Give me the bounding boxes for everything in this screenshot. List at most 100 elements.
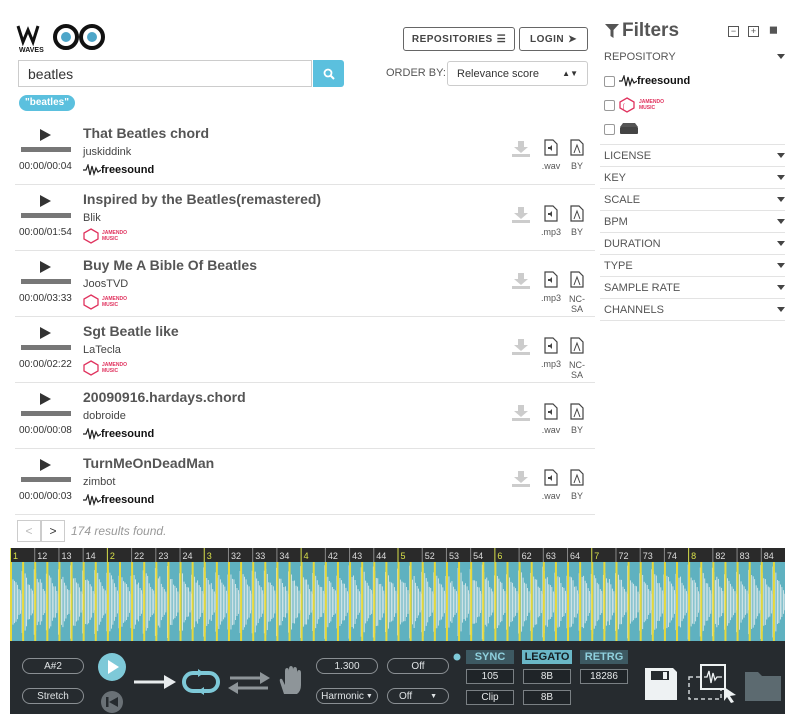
slice-marker[interactable] — [676, 562, 679, 641]
play-icon[interactable] — [40, 393, 51, 405]
slice-marker[interactable] — [264, 562, 267, 641]
slice-marker[interactable] — [22, 562, 25, 641]
format-badge[interactable]: .wav — [538, 403, 564, 435]
collapse-all-icon[interactable]: − — [728, 26, 739, 37]
slice-marker[interactable] — [579, 562, 582, 641]
checkbox[interactable] — [604, 123, 615, 135]
slice-marker[interactable] — [567, 562, 570, 641]
result-user[interactable]: JoosTVD — [83, 278, 128, 290]
slice-marker[interactable] — [373, 562, 376, 641]
rate-field[interactable]: 1.300 — [316, 658, 378, 674]
off-toggle-1[interactable]: Off — [387, 658, 449, 674]
download-icon[interactable] — [512, 339, 530, 355]
beat-ruler[interactable]: 1 12 13 14 2 22 23 24 3 32 33 34 4 42 43 44 5 52 53 54 6 62 63… — [10, 548, 785, 562]
progress-bar[interactable] — [21, 477, 71, 482]
format-badge[interactable]: .mp3 — [538, 271, 564, 303]
expand-all-icon[interactable]: + — [748, 26, 759, 37]
loop-icon[interactable] — [179, 669, 223, 695]
download-icon[interactable] — [512, 405, 530, 421]
off-selector-2[interactable]: Off ▼ — [387, 688, 449, 704]
slice-marker[interactable] — [106, 562, 109, 641]
slice-marker[interactable] — [651, 562, 654, 641]
slice-marker[interactable] — [240, 562, 243, 641]
waveform-panel[interactable]: 1 12 13 14 2 22 23 24 3 32 33 34 4 42 43 44 5 52 53 54 6 62 63… — [10, 548, 785, 641]
slice-marker[interactable] — [252, 562, 255, 641]
slice-marker[interactable] — [361, 562, 364, 641]
slice-marker[interactable] — [772, 562, 775, 641]
download-icon[interactable] — [512, 273, 530, 289]
play-icon[interactable] — [40, 261, 51, 273]
play-icon[interactable] — [40, 129, 51, 141]
samples-field[interactable]: 18286 — [580, 669, 628, 684]
play-icon[interactable] — [40, 195, 51, 207]
trash-icon[interactable]: ◼ — [768, 25, 779, 37]
result-row[interactable]: 00:00/03:33 Buy Me A Bible Of Beatles Jo… — [15, 251, 595, 317]
progress-bar[interactable] — [21, 147, 71, 152]
search-button[interactable] — [313, 60, 344, 87]
slice-marker[interactable] — [603, 562, 606, 641]
result-row[interactable]: 00:00/00:03 TurnMeOnDeadMan zimbot frees… — [15, 449, 595, 515]
skip-start-icon[interactable] — [100, 690, 124, 714]
filter-section-duration[interactable]: DURATION — [600, 232, 785, 254]
slice-marker[interactable] — [191, 562, 194, 641]
slice-marker[interactable] — [530, 562, 533, 641]
result-user[interactable]: Blik — [83, 212, 101, 224]
result-user[interactable]: zimbot — [83, 476, 115, 488]
slice-marker[interactable] — [312, 562, 315, 641]
clip-field[interactable]: Clip — [466, 690, 514, 705]
slice-marker[interactable] — [46, 562, 49, 641]
license-badge[interactable]: BY — [566, 469, 588, 501]
slice-marker[interactable] — [663, 562, 666, 641]
next-page-button[interactable]: > — [41, 520, 65, 542]
slice-marker[interactable] — [712, 562, 715, 641]
slice-marker[interactable] — [445, 562, 448, 641]
play-icon[interactable] — [97, 652, 127, 682]
download-icon[interactable] — [512, 207, 530, 223]
license-badge[interactable]: NC-SA — [566, 271, 588, 314]
slice-marker[interactable] — [724, 562, 727, 641]
save-icon[interactable] — [643, 666, 679, 702]
filter-section-scale[interactable]: SCALE — [600, 188, 785, 210]
slice-marker[interactable] — [300, 562, 303, 641]
mode-selector[interactable]: Stretch — [22, 688, 84, 704]
filter-section-license[interactable]: LICENSE — [600, 144, 785, 166]
progress-bar[interactable] — [21, 345, 71, 350]
result-title[interactable]: 20090916.hardays.chord — [83, 389, 246, 405]
slice-marker[interactable] — [131, 562, 134, 641]
result-user[interactable]: LaTecla — [83, 344, 121, 356]
progress-bar[interactable] — [21, 279, 71, 284]
slice-marker[interactable] — [554, 562, 557, 641]
slice-marker[interactable] — [470, 562, 473, 641]
slice-marker[interactable] — [421, 562, 424, 641]
slice-marker[interactable] — [118, 562, 121, 641]
slice-marker[interactable] — [748, 562, 751, 641]
slice-marker[interactable] — [82, 562, 85, 641]
filter-section-type[interactable]: TYPE — [600, 254, 785, 276]
slice-marker[interactable] — [179, 562, 182, 641]
license-badge[interactable]: BY — [566, 139, 588, 171]
prev-page-button[interactable]: < — [17, 520, 41, 542]
result-row[interactable]: 00:00/00:08 20090916.hardays.chord dobro… — [15, 383, 595, 449]
slice-marker[interactable] — [760, 562, 763, 641]
result-row[interactable]: 00:00/00:04 That Beatles chord juskiddin… — [15, 119, 595, 185]
format-badge[interactable]: .mp3 — [538, 205, 564, 237]
slice-marker[interactable] — [700, 562, 703, 641]
checkbox[interactable] — [604, 99, 615, 111]
filter-section-bpm[interactable]: BPM — [600, 210, 785, 232]
slice-marker[interactable] — [336, 562, 339, 641]
slice-marker[interactable] — [349, 562, 352, 641]
search-input[interactable]: beatles — [18, 60, 312, 87]
progress-bar[interactable] — [21, 411, 71, 416]
slice-marker[interactable] — [615, 562, 618, 641]
slice-marker[interactable] — [276, 562, 279, 641]
swap-arrows-icon[interactable] — [228, 672, 270, 694]
slice-marker[interactable] — [167, 562, 170, 641]
download-icon[interactable] — [512, 141, 530, 157]
slice-marker[interactable] — [433, 562, 436, 641]
slice-marker[interactable] — [409, 562, 412, 641]
result-user[interactable]: juskiddink — [83, 146, 131, 158]
slice-marker[interactable] — [94, 562, 97, 641]
license-badge[interactable]: BY — [566, 205, 588, 237]
repo-filter-jamendo[interactable]: ʃ JAMENDO MUSIC — [604, 97, 667, 113]
repo-filter-freesound[interactable]: freesound — [604, 75, 690, 87]
